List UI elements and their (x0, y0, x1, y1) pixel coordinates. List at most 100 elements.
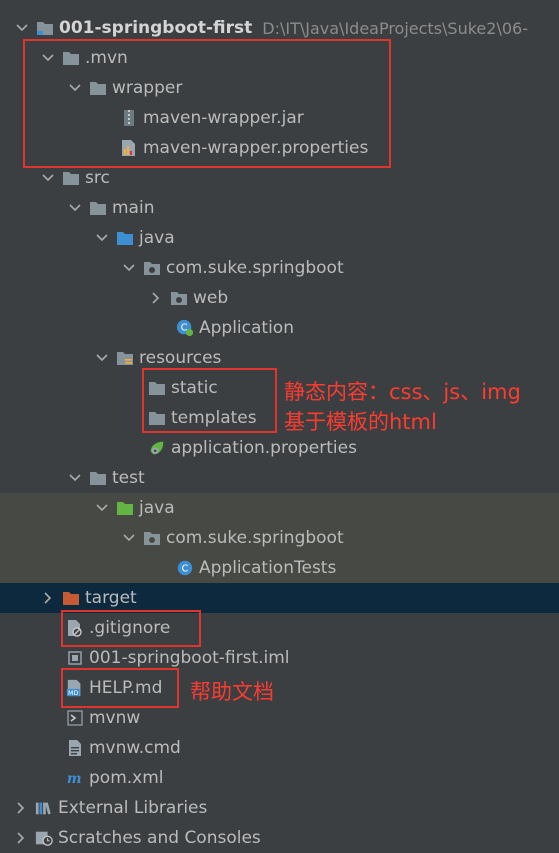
svg-text:MD: MD (68, 690, 78, 697)
tree-row-main-package[interactable]: com.suke.springboot (0, 253, 559, 283)
folder-icon (89, 79, 107, 97)
node-label: wrapper (112, 78, 183, 98)
tree-row-target[interactable]: target (0, 583, 559, 613)
tree-row-gitignore[interactable]: .gitignore (0, 613, 559, 643)
tree-row-main-java[interactable]: java (0, 223, 559, 253)
node-label: com.suke.springboot (166, 528, 344, 548)
tree-row-pom[interactable]: m pom.xml (0, 763, 559, 793)
package-icon (143, 259, 161, 277)
node-label: static (171, 378, 218, 398)
node-label: pom.xml (89, 768, 164, 788)
node-label: mvnw (89, 708, 141, 728)
node-label: com.suke.springboot (166, 258, 344, 278)
markdown-file-icon: MD (66, 679, 84, 697)
annotation-templates: 基于模板的html (284, 410, 437, 434)
tree-row-help-md[interactable]: MD HELP.md (0, 673, 559, 703)
node-label: HELP.md (89, 678, 163, 698)
spring-properties-icon (148, 439, 166, 457)
chevron-right-icon[interactable] (148, 290, 164, 306)
tree-row-test-java[interactable]: java (0, 493, 559, 523)
annotation-help: 帮助文档 (190, 680, 274, 704)
resources-folder-icon (116, 349, 134, 367)
chevron-down-icon[interactable] (94, 230, 110, 246)
node-label: resources (139, 348, 222, 368)
node-label: java (139, 228, 175, 248)
chevron-down-icon[interactable] (40, 50, 56, 66)
node-label: java (139, 498, 175, 518)
scratches-icon (35, 829, 53, 847)
node-label: ApplicationTests (199, 558, 337, 578)
tree-row-src[interactable]: src (0, 163, 559, 193)
properties-file-icon (120, 139, 138, 157)
tree-row-mvn[interactable]: .mvn (0, 43, 559, 73)
node-label: test (112, 468, 145, 488)
chevron-right-icon[interactable] (13, 830, 29, 846)
node-label: .gitignore (89, 618, 171, 638)
chevron-down-icon[interactable] (67, 200, 83, 216)
source-folder-icon (116, 229, 134, 247)
package-icon (143, 529, 161, 547)
module-file-icon (66, 649, 84, 667)
chevron-down-icon[interactable] (14, 20, 30, 36)
node-label: Scratches and Consoles (58, 828, 261, 848)
node-label: mvnw.cmd (89, 738, 181, 758)
chevron-down-icon[interactable] (40, 170, 56, 186)
chevron-down-icon[interactable] (67, 470, 83, 486)
node-label: web (193, 288, 229, 308)
chevron-down-icon[interactable] (121, 260, 137, 276)
package-icon (170, 289, 188, 307)
annotation-static: 静态内容：css、js、img (284, 380, 521, 404)
ignore-file-icon (66, 619, 84, 637)
tree-row-wrapper-properties[interactable]: maven-wrapper.properties (0, 133, 559, 163)
jar-file-icon (120, 109, 138, 127)
tree-row-resources[interactable]: resources (0, 343, 559, 373)
tree-row-test[interactable]: test (0, 463, 559, 493)
chevron-right-icon[interactable] (13, 800, 29, 816)
class-icon: C (176, 559, 194, 577)
node-label: maven-wrapper.jar (143, 108, 304, 128)
node-label: maven-wrapper.properties (143, 138, 369, 158)
tree-row-templates[interactable]: templates (0, 403, 559, 433)
tree-row-mvnw-cmd[interactable]: mvnw.cmd (0, 733, 559, 763)
tree-row-scratches[interactable]: Scratches and Consoles (0, 823, 559, 853)
chevron-down-icon[interactable] (67, 80, 83, 96)
chevron-right-icon[interactable] (40, 590, 56, 606)
node-label: main (112, 198, 155, 218)
tree-row-mvnw[interactable]: mvnw (0, 703, 559, 733)
node-label: target (85, 588, 137, 608)
tree-row-wrapper-jar[interactable]: maven-wrapper.jar (0, 103, 559, 133)
module-folder-icon (36, 19, 54, 37)
node-label: External Libraries (58, 798, 208, 818)
maven-icon: m (66, 769, 84, 787)
node-label: 001-springboot-first.iml (89, 648, 290, 668)
chevron-down-icon[interactable] (94, 500, 110, 516)
tree-row-test-package[interactable]: com.suke.springboot (0, 523, 559, 553)
project-path: D:\IT\Java\IdeaProjects\Suke2\06- (262, 18, 528, 38)
chevron-down-icon[interactable] (121, 530, 137, 546)
tree-row-application-tests[interactable]: C ApplicationTests (0, 553, 559, 583)
library-icon (35, 799, 53, 817)
folder-icon (62, 49, 80, 67)
tree-row-application[interactable]: C Application (0, 313, 559, 343)
node-label: .mvn (85, 48, 128, 68)
folder-icon (148, 409, 166, 427)
tree-row-wrapper[interactable]: wrapper (0, 73, 559, 103)
chevron-down-icon[interactable] (94, 350, 110, 366)
folder-icon (89, 199, 107, 217)
tree-row-app-properties[interactable]: application.properties (0, 433, 559, 463)
text-file-icon (66, 739, 84, 757)
test-folder-icon (116, 499, 134, 517)
folder-icon (89, 469, 107, 487)
folder-icon (62, 169, 80, 187)
spring-class-icon: C (176, 319, 194, 337)
excluded-folder-icon (62, 589, 80, 607)
tree-row-main[interactable]: main (0, 193, 559, 223)
tree-row-web[interactable]: web (0, 283, 559, 313)
tree-row-iml[interactable]: 001-springboot-first.iml (0, 643, 559, 673)
node-label: src (85, 168, 110, 188)
shell-script-icon (66, 709, 84, 727)
svg-text:m: m (67, 771, 82, 787)
tree-row-external-libraries[interactable]: External Libraries (0, 793, 559, 823)
tree-row-project[interactable]: 001-springboot-first D:\IT\Java\IdeaProj… (0, 13, 559, 43)
svg-text:C: C (182, 564, 189, 575)
